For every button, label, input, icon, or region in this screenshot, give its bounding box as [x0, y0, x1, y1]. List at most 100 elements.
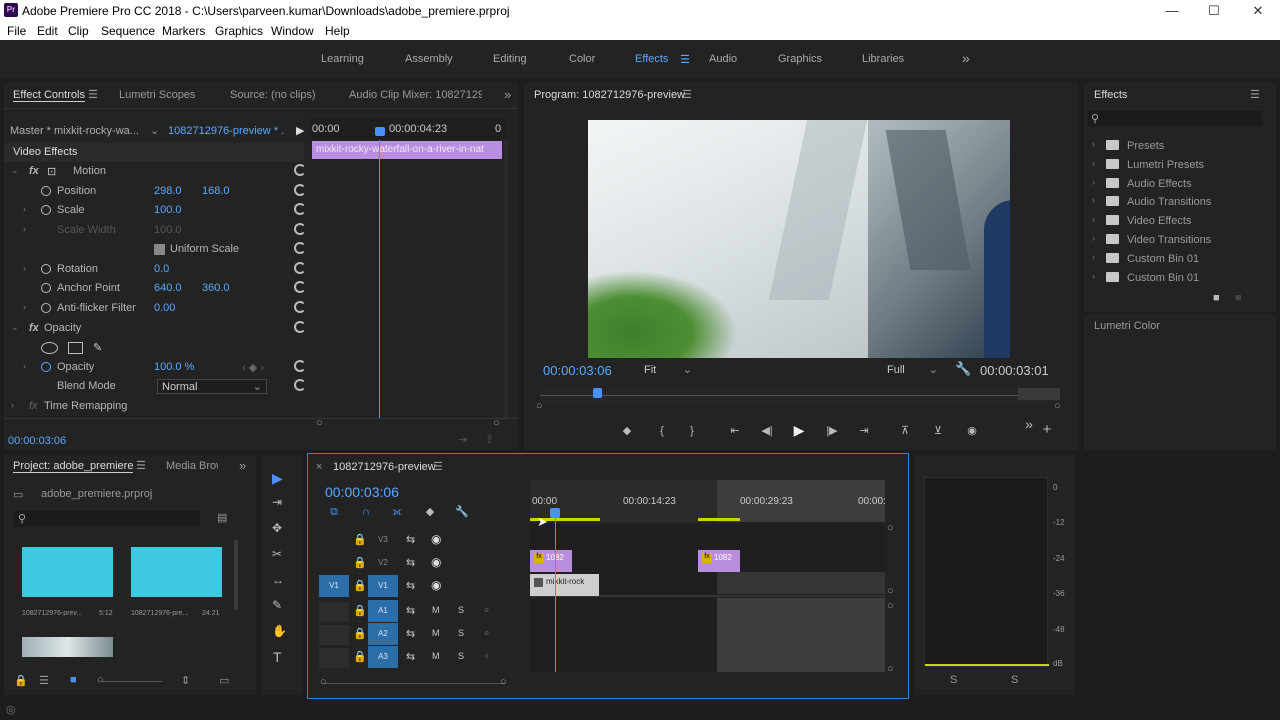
type-tool-icon[interactable]: T: [273, 649, 282, 665]
effects-bin-item[interactable]: › Custom Bin 01: [1090, 251, 1260, 267]
workspace-color[interactable]: Color: [569, 53, 595, 65]
delete-icon[interactable]: ■: [1235, 292, 1242, 304]
effects-bin-item[interactable]: › Custom Bin 01: [1090, 270, 1260, 286]
panel-menu-icon[interactable]: ☰: [88, 88, 98, 101]
track-target[interactable]: A2: [368, 623, 398, 645]
panel-menu-icon[interactable]: ☰: [682, 88, 692, 101]
timeline-tab[interactable]: 1082712976-preview: [333, 461, 436, 473]
extract-icon[interactable]: ⊻: [929, 423, 947, 439]
position-row[interactable]: Position 298.0 168.0: [4, 182, 306, 201]
track-select-tool-icon[interactable]: ⇥: [272, 495, 282, 509]
scale-row[interactable]: › Scale 100.0: [4, 201, 306, 220]
chevron-right-icon[interactable]: ›: [1092, 271, 1095, 281]
fit-select[interactable]: Fit ⌄: [642, 363, 696, 378]
program-scrub-bar[interactable]: [540, 388, 1060, 402]
source-patch-v1[interactable]: V1: [319, 575, 349, 597]
zoom-handle-left[interactable]: ○: [316, 417, 323, 429]
sync-lock-icon[interactable]: ⇆: [406, 627, 415, 640]
go-to-in-icon[interactable]: ⇤: [726, 423, 744, 439]
close-tab-icon[interactable]: ×: [316, 461, 322, 473]
opacity-value[interactable]: 100.0 %: [154, 361, 194, 373]
eye-icon[interactable]: ◉: [431, 532, 441, 546]
lock-icon[interactable]: 🔒: [353, 579, 367, 592]
zoom-handle[interactable]: ○: [887, 585, 894, 597]
opacity-section-row[interactable]: ⌄ fx Opacity: [4, 319, 306, 338]
workspace-assembly[interactable]: Assembly: [405, 53, 453, 65]
filter-icon[interactable]: ⇥: [458, 433, 467, 446]
mute-button[interactable]: M: [432, 628, 440, 638]
eye-icon[interactable]: ◉: [431, 578, 441, 592]
track-target[interactable]: V1: [368, 575, 398, 597]
clip-thumbnail[interactable]: [131, 547, 222, 597]
microphone-icon[interactable]: ⚬: [482, 604, 491, 617]
tab-effect-controls[interactable]: Effect Controls: [13, 89, 85, 102]
effects-bin-item[interactable]: › Video Effects: [1090, 213, 1260, 229]
sync-lock-icon[interactable]: ⇆: [406, 579, 415, 592]
mini-clip-bar[interactable]: mixkit-rocky-waterfall-on-a-river-in-nat: [312, 141, 502, 159]
maximize-button[interactable]: ☐: [1192, 0, 1236, 22]
menu-sequence[interactable]: Sequence: [101, 24, 155, 38]
add-marker-icon[interactable]: ◆: [421, 504, 439, 520]
solo-button[interactable]: S: [458, 651, 464, 661]
sync-lock-icon[interactable]: ⇆: [406, 556, 415, 569]
opacity-row[interactable]: › Opacity 100.0 % ‹ ◆ ›: [4, 358, 306, 377]
project-search-input[interactable]: ⚲: [14, 511, 200, 527]
export-icon[interactable]: ⇪: [485, 433, 494, 446]
workspace-menu-icon[interactable]: ☰: [680, 53, 690, 66]
minimize-button[interactable]: —: [1150, 0, 1194, 22]
effects-bin-item[interactable]: › Lumetri Presets: [1090, 157, 1260, 173]
project-scrollbar[interactable]: [234, 540, 238, 610]
zoom-handle-right[interactable]: ○: [1054, 400, 1061, 412]
menu-help[interactable]: Help: [325, 24, 350, 38]
menu-markers[interactable]: Markers: [162, 24, 205, 38]
microphone-icon[interactable]: ⚬: [482, 627, 491, 640]
menu-clip[interactable]: Clip: [68, 24, 89, 38]
workspace-audio[interactable]: Audio: [709, 53, 737, 65]
zoom-handle[interactable]: ○: [887, 663, 894, 675]
automate-icon[interactable]: ▭: [219, 674, 229, 687]
blend-mode-row[interactable]: Blend Mode Normal ⌄: [4, 377, 306, 396]
chevron-right-icon[interactable]: ›: [1092, 195, 1095, 205]
overflow-icon[interactable]: »: [1020, 416, 1038, 432]
workspace-learning[interactable]: Learning: [321, 53, 364, 65]
timeline-clip[interactable]: mixkit-rock: [530, 574, 599, 596]
chevron-right-icon[interactable]: ›: [1092, 214, 1095, 224]
list-view-icon[interactable]: ☰: [39, 674, 49, 687]
mark-in-icon[interactable]: {: [653, 423, 671, 439]
chevron-down-icon[interactable]: ⌄: [150, 124, 159, 137]
effects-search-input[interactable]: ⚲: [1088, 111, 1262, 127]
lock-icon[interactable]: 🔒: [14, 674, 28, 687]
position-y-value[interactable]: 168.0: [202, 185, 230, 197]
menu-graphics[interactable]: Graphics: [215, 24, 263, 38]
lock-icon[interactable]: 🔒: [353, 556, 367, 569]
zoom-handle-left[interactable]: ○: [536, 400, 543, 412]
timeline-clip[interactable]: fx 1082: [530, 550, 572, 572]
chevron-right-icon[interactable]: ›: [1092, 233, 1095, 243]
menu-edit[interactable]: Edit: [37, 24, 58, 38]
tab-audio-clip-mixer[interactable]: Audio Clip Mixer: 1082712976: [349, 89, 482, 101]
track-target[interactable]: V2: [368, 552, 398, 574]
anchor-x-value[interactable]: 640.0: [154, 282, 182, 294]
lock-icon[interactable]: 🔒: [353, 533, 367, 546]
program-playhead[interactable]: [593, 388, 602, 398]
timeline-clip[interactable]: fx 1082: [698, 550, 740, 572]
lock-icon[interactable]: 🔒: [353, 604, 367, 617]
timeline-timecode[interactable]: 00:00:03:06: [325, 484, 399, 500]
pen-tool-icon[interactable]: ✎: [272, 598, 282, 612]
clip-thumbnail[interactable]: [22, 547, 113, 597]
timeline-scrollbar[interactable]: [325, 683, 505, 684]
lock-icon[interactable]: 🔒: [353, 650, 367, 663]
more-workspaces-icon[interactable]: »: [962, 50, 970, 66]
chevron-right-icon[interactable]: ›: [1092, 139, 1095, 149]
new-bin-icon[interactable]: ▤: [217, 511, 227, 524]
mini-scrollbar[interactable]: [504, 140, 508, 420]
solo-button[interactable]: S: [458, 605, 464, 615]
scroll-handle-right[interactable]: ○: [500, 676, 507, 688]
zoom-handle[interactable]: ○: [887, 600, 894, 612]
rotation-row[interactable]: › Rotation 0.0: [4, 260, 306, 279]
selection-tool-icon[interactable]: ▶: [272, 470, 283, 487]
snap-icon[interactable]: ∩: [357, 504, 375, 520]
sync-lock-icon[interactable]: ⇆: [406, 533, 415, 546]
sequence-clip-label[interactable]: 1082712976-preview * ...: [168, 125, 284, 137]
slip-tool-icon[interactable]: ↔: [272, 573, 284, 587]
